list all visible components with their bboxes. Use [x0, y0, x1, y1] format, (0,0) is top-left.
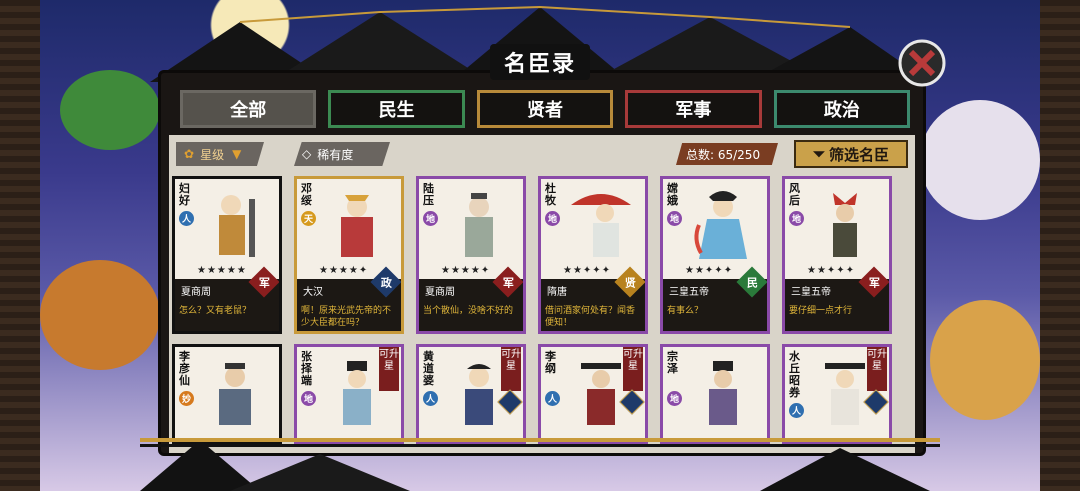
class-badge: 地 — [423, 211, 438, 226]
class-badge: 人 — [789, 403, 804, 418]
rarity-label: 稀有度 — [317, 147, 354, 162]
chevron-down-icon: ▼ — [232, 147, 242, 161]
minister-quote: 怎么？又有老鼠？ — [179, 306, 252, 316]
minister-name: 水丘昭券 — [789, 350, 800, 399]
minister-quote: 借问酒家何处有？闻香便知！ — [545, 306, 636, 328]
funnel-icon: ⏷ — [812, 145, 825, 163]
minister-name: 杜牧 — [545, 182, 556, 207]
minister-card[interactable]: 宗泽 地 — [660, 344, 770, 444]
class-badge: 地 — [667, 211, 682, 226]
total-count: 总数: 65/250 — [676, 143, 778, 165]
star-sort-label: 星级 — [200, 147, 225, 162]
minister-card[interactable]: 嫦娥 地 ★★✦✦✦ 三皇五帝 民 有事么？ — [660, 176, 770, 334]
star-rating: ★★★★✦ — [319, 265, 369, 276]
star-rating: ★★✦✦✦ — [807, 265, 856, 276]
class-badge: 地 — [301, 391, 316, 406]
page-title: 名臣录 — [489, 44, 590, 80]
minister-card[interactable]: 邓绥 天 ★★★★✦ 大汉 政 啊！原来光武先帝的不少大臣都在吗？ — [294, 176, 404, 334]
class-badge: 地 — [667, 391, 682, 406]
upgrade-available-tag: 可升星 — [379, 347, 399, 391]
close-icon[interactable] — [895, 36, 949, 90]
minister-name: 嫦娥 — [667, 182, 678, 207]
minister-card[interactable]: 陆压 地 ★★★★✦ 夏商周 军 当个散仙，没啥不好的 — [416, 176, 526, 334]
minister-portrait — [219, 363, 251, 425]
minister-name: 黄道婆 — [423, 350, 434, 387]
floating-island-left — [60, 70, 160, 150]
star-sort-dropdown[interactable]: ✿ 星级 ▼ — [176, 142, 264, 166]
minister-quote: 有事么？ — [667, 306, 704, 316]
class-badge: 天 — [301, 211, 316, 226]
floating-island-left-lower — [40, 260, 160, 370]
class-badge: 人 — [423, 391, 438, 406]
minister-portrait — [709, 361, 737, 425]
minister-portrait — [341, 195, 373, 257]
minister-name: 李纲 — [545, 350, 556, 375]
star-rating: ★★★★★ — [197, 265, 247, 276]
upgrade-available-tag: 可升星 — [623, 347, 643, 391]
minister-portrait — [694, 191, 747, 259]
minister-name: 李彦仙 — [179, 350, 190, 387]
filter-button-label: 筛选名臣 — [829, 145, 890, 164]
minister-quote: 当个散仙，没啥不好的 — [423, 306, 514, 316]
upgrade-available-tag: 可升星 — [501, 347, 521, 391]
minister-card[interactable]: 水丘昭券 人 可升星 — [782, 344, 892, 444]
class-badge: 人 — [545, 391, 560, 406]
star-rating: ★★★★✦ — [441, 265, 491, 276]
star-rating: ★★✦✦✦ — [563, 265, 612, 276]
minister-quote: 啊！原来光武先帝的不少大臣都在吗？ — [301, 306, 392, 328]
diamond-icon: ◇ — [302, 147, 312, 161]
minister-portrait — [219, 195, 255, 257]
flower-icon: ✿ — [184, 147, 195, 161]
minister-name: 妇好 — [179, 182, 190, 207]
class-badge: 地 — [789, 211, 804, 226]
minister-name: 陆压 — [423, 182, 434, 207]
minister-portrait — [465, 193, 493, 257]
filter-ministers-button[interactable]: ⏷ 筛选名臣 — [794, 140, 908, 168]
minister-name: 邓绥 — [301, 182, 312, 207]
filter-bar: ✿ 星级 ▼ ◇ 稀有度 总数: 65/250 ⏷ 筛选名臣 — [176, 140, 908, 170]
minister-card[interactable]: 张择端 地 可升星 — [294, 344, 404, 444]
floating-island-right-lower — [930, 300, 1040, 420]
minister-card[interactable]: 妇好 人 ★★★★★ 夏商周 军 怎么？又有老鼠？ — [172, 176, 282, 334]
minister-name: 风后 — [789, 182, 800, 207]
class-badge: 妙 — [179, 391, 194, 406]
star-rating: ★★✦✦✦ — [685, 265, 734, 276]
minister-quote: 要仔细一点才行 — [789, 306, 853, 316]
tab-livelihood[interactable]: 民生 — [328, 90, 465, 128]
tab-military[interactable]: 军事 — [625, 90, 762, 128]
minister-card[interactable]: 李彦仙 妙 — [172, 344, 282, 444]
class-badge: 地 — [545, 211, 560, 226]
minister-card[interactable]: 李纲 人 可升星 — [538, 344, 648, 444]
minister-card[interactable]: 黄道婆 人 可升星 — [416, 344, 526, 444]
minister-card[interactable]: 风后 地 ★★✦✦✦ 三皇五帝 军 要仔细一点才行 — [782, 176, 892, 334]
minister-name: 张择端 — [301, 350, 312, 387]
floating-island-right — [920, 100, 1040, 220]
upgrade-available-tag: 可升星 — [867, 347, 887, 391]
minister-portrait — [833, 193, 857, 257]
tab-all[interactable]: 全部 — [180, 90, 317, 128]
class-badge: 人 — [179, 211, 194, 226]
tab-sages[interactable]: 贤者 — [476, 90, 614, 128]
category-tabs: 全部 民生 贤者 军事 政治 — [180, 90, 911, 132]
minister-portrait — [571, 194, 631, 257]
minister-card[interactable]: 杜牧 地 ★★✦✦✦ 隋唐 贤 借问酒家何处有？闻香便知！ — [538, 176, 648, 334]
bottom-mountain-decoration — [140, 438, 940, 491]
tab-politics[interactable]: 政治 — [773, 90, 911, 128]
rarity-sort-button[interactable]: ◇ 稀有度 — [294, 142, 390, 166]
minister-name: 宗泽 — [667, 350, 678, 375]
